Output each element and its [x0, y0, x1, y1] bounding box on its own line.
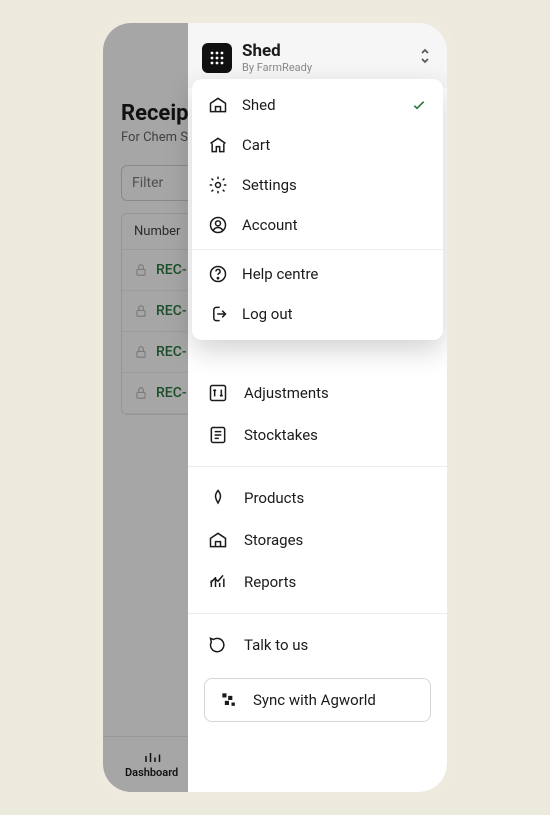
agworld-icon: [219, 690, 239, 710]
gear-icon: [208, 175, 228, 195]
help-icon: [208, 264, 228, 284]
app-subtitle: By FarmReady: [242, 61, 312, 74]
chat-icon: [208, 635, 228, 655]
nav-item-adjustments[interactable]: Adjustments: [188, 372, 447, 414]
nav-label: Reports: [244, 573, 296, 591]
dropdown-item-account[interactable]: Account: [192, 205, 443, 245]
nav-label: Adjustments: [244, 384, 329, 402]
drawer-header[interactable]: Shed By FarmReady Shed: [188, 23, 447, 88]
dropdown-divider: [192, 249, 443, 250]
stocktakes-icon: [208, 425, 228, 445]
app-title: Shed: [242, 41, 312, 61]
chevron-updown-icon: [419, 47, 431, 65]
sync-with-agworld-button[interactable]: Sync with Agworld: [204, 678, 431, 722]
dropdown-label: Account: [242, 216, 298, 234]
nav-item-stocktakes[interactable]: Stocktakes: [188, 414, 447, 456]
dropdown-label: Settings: [242, 176, 297, 194]
app-title-block: Shed By FarmReady: [242, 41, 312, 74]
nav-item-storages[interactable]: Storages: [188, 519, 447, 561]
dropdown-label: Log out: [242, 305, 293, 323]
sync-label: Sync with Agworld: [253, 691, 376, 709]
nav-label: Talk to us: [244, 636, 308, 654]
account-icon: [208, 215, 228, 235]
nav-item-reports[interactable]: Reports: [188, 561, 447, 603]
dropdown-item-settings[interactable]: Settings: [192, 165, 443, 205]
dropdown-label: Shed: [242, 96, 276, 114]
nav-label: Stocktakes: [244, 426, 318, 444]
nav-item-talk-to-us[interactable]: Talk to us: [188, 624, 447, 666]
reports-icon: [208, 572, 228, 592]
nav-divider: [188, 613, 447, 614]
dropdown-item-help[interactable]: Help centre: [192, 254, 443, 294]
dropdown-label: Cart: [242, 136, 270, 154]
app-logo: [202, 43, 232, 73]
dropdown-item-logout[interactable]: Log out: [192, 294, 443, 334]
dropdown-label: Help centre: [242, 265, 318, 283]
adjustments-icon: [208, 383, 228, 403]
nav-item-products[interactable]: Products: [188, 477, 447, 519]
storages-icon: [208, 530, 228, 550]
nav-drawer: Shed By FarmReady Shed: [188, 23, 447, 792]
dropdown-item-cart[interactable]: Cart: [192, 125, 443, 165]
nav-label: Products: [244, 489, 304, 507]
logout-icon: [208, 304, 228, 324]
nav-label: Storages: [244, 531, 303, 549]
products-icon: [208, 488, 228, 508]
app-switcher-dropdown: Shed Cart: [192, 79, 443, 340]
screen: Receipts For Chem Shed Filter Number REC…: [103, 23, 447, 792]
device-frame: Receipts For Chem Shed Filter Number REC…: [95, 15, 455, 800]
cart-icon: [208, 135, 228, 155]
shed-icon: [208, 95, 228, 115]
nav-divider: [188, 466, 447, 467]
dropdown-item-shed[interactable]: Shed: [192, 85, 443, 125]
check-icon: [411, 97, 427, 113]
